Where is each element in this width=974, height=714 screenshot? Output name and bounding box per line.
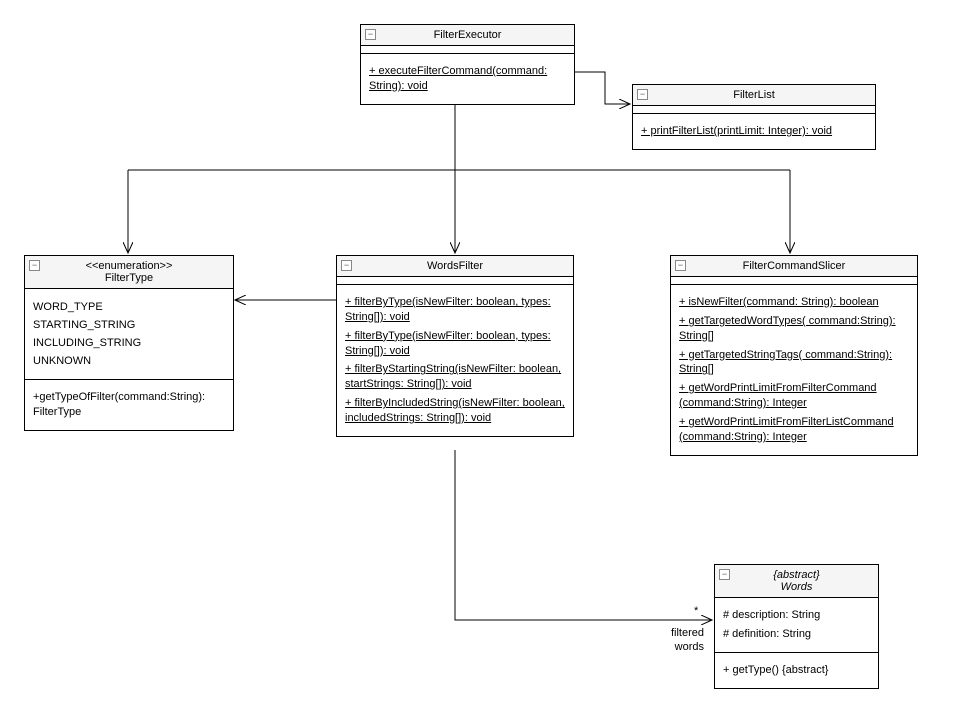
collapse-icon[interactable]: − — [637, 89, 648, 100]
class-title: FilterCommandSlicer — [677, 260, 911, 272]
collapse-icon[interactable]: − — [365, 29, 376, 40]
attr-section — [337, 277, 573, 285]
role-label: filtered words — [660, 626, 704, 655]
attr-section: # description: String # definition: Stri… — [715, 598, 878, 653]
collapse-icon[interactable]: − — [29, 260, 40, 271]
class-header: − FilterList — [633, 85, 875, 106]
class-header: − {abstract} Words — [715, 565, 878, 598]
class-title: FilterList — [639, 89, 869, 101]
method: +getTypeOfFilter(command:String): Filter… — [33, 390, 225, 420]
method: + getTargetedWordTypes( command:String):… — [679, 314, 909, 344]
attr-section — [361, 46, 574, 54]
method: + executeFilterCommand(command: String):… — [369, 64, 566, 94]
method: + filterByStartingString(isNewFilter: bo… — [345, 362, 565, 392]
enum-value: UNKNOWN — [33, 355, 225, 367]
class-header: − FilterExecutor — [361, 25, 574, 46]
attr-section — [671, 277, 917, 285]
class-filter-type[interactable]: − <<enumeration>> FilterType WORD_TYPE S… — [24, 255, 234, 431]
method: + isNewFilter(command: String): boolean — [679, 295, 909, 310]
method: + getType() {abstract} — [723, 663, 870, 678]
method-section: + filterByType(isNewFilter: boolean, typ… — [337, 285, 573, 436]
enum-value: WORD_TYPE — [33, 301, 225, 313]
class-title: Words — [721, 581, 872, 593]
enum-value: INCLUDING_STRING — [33, 337, 225, 349]
role-label-line: words — [675, 641, 704, 653]
multiplicity-label: * — [694, 604, 698, 618]
method: + getWordPrintLimitFromFilterListCommand… — [679, 415, 909, 445]
class-filter-list[interactable]: − FilterList + printFilterList(printLimi… — [632, 84, 876, 150]
class-title: WordsFilter — [343, 260, 567, 272]
class-title: FilterType — [31, 272, 227, 284]
class-title: FilterExecutor — [367, 29, 568, 41]
class-words-filter[interactable]: − WordsFilter + filterByType(isNewFilter… — [336, 255, 574, 437]
method: + filterByType(isNewFilter: boolean, typ… — [345, 295, 565, 325]
method-section: + printFilterList(printLimit: Integer): … — [633, 114, 875, 149]
class-filter-command-slicer[interactable]: − FilterCommandSlicer + isNewFilter(comm… — [670, 255, 918, 456]
enum-value: STARTING_STRING — [33, 319, 225, 331]
collapse-icon[interactable]: − — [341, 260, 352, 271]
class-header: − WordsFilter — [337, 256, 573, 277]
role-label-line: filtered — [671, 627, 704, 639]
class-filter-executor[interactable]: − FilterExecutor + executeFilterCommand(… — [360, 24, 575, 105]
class-header: − <<enumeration>> FilterType — [25, 256, 233, 289]
collapse-icon[interactable]: − — [719, 569, 730, 580]
attribute: # description: String — [723, 608, 870, 623]
attr-section — [633, 106, 875, 114]
class-words[interactable]: − {abstract} Words # description: String… — [714, 564, 879, 689]
stereotype: <<enumeration>> — [31, 260, 227, 272]
method: + filterByIncludedString(isNewFilter: bo… — [345, 396, 565, 426]
method-section: + getType() {abstract} — [715, 653, 878, 688]
method: + filterByType(isNewFilter: boolean, typ… — [345, 329, 565, 359]
method: + getWordPrintLimitFromFilterCommand (co… — [679, 381, 909, 411]
enum-values: WORD_TYPE STARTING_STRING INCLUDING_STRI… — [25, 289, 233, 380]
method: + printFilterList(printLimit: Integer): … — [641, 124, 867, 139]
stereotype: {abstract} — [721, 569, 872, 581]
method-section: + executeFilterCommand(command: String):… — [361, 54, 574, 104]
class-header: − FilterCommandSlicer — [671, 256, 917, 277]
method-section: +getTypeOfFilter(command:String): Filter… — [25, 380, 233, 430]
method: + getTargetedStringTags( command:String)… — [679, 348, 909, 378]
collapse-icon[interactable]: − — [675, 260, 686, 271]
method-section: + isNewFilter(command: String): boolean … — [671, 285, 917, 455]
attribute: # definition: String — [723, 627, 870, 642]
